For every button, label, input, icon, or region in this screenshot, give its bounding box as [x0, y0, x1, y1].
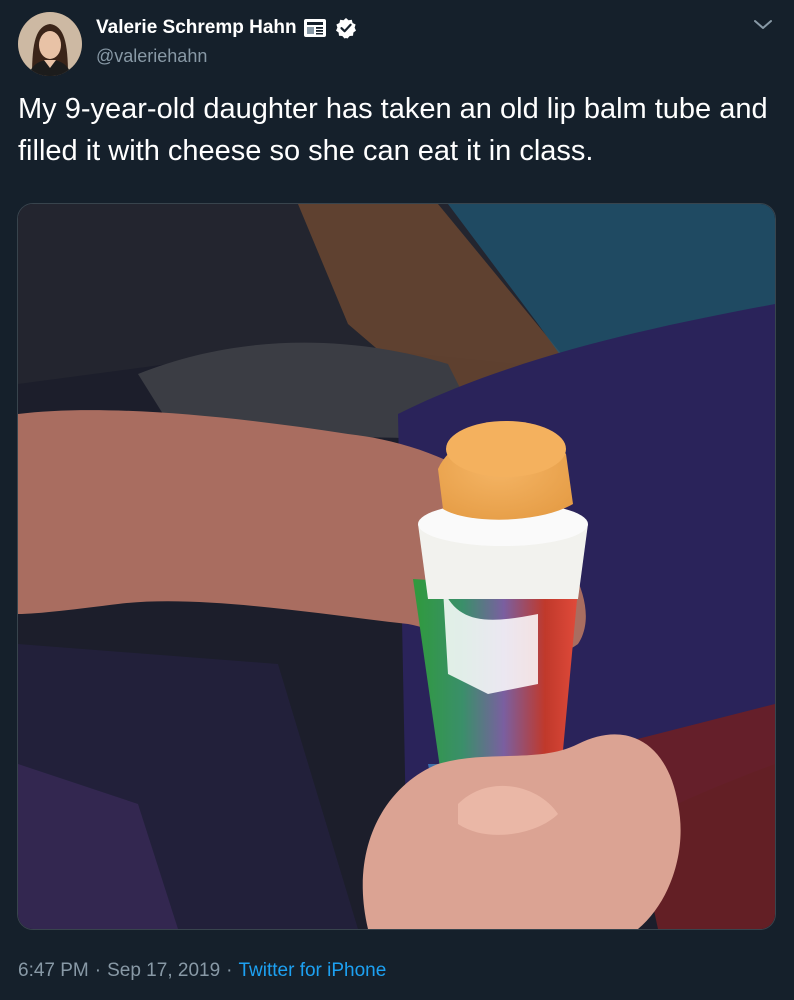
author-name[interactable]: Valerie Schremp Hahn: [96, 17, 297, 39]
tweet-date[interactable]: Sep 17, 2019: [107, 960, 220, 982]
verified-icon: [335, 17, 357, 39]
author-name-row[interactable]: Valerie Schremp Hahn: [96, 16, 357, 40]
meta-separator: ·: [226, 960, 233, 981]
tweet-text: My 9-year-old daughter has taken an old …: [18, 93, 768, 167]
meta-separator: ·: [94, 960, 102, 981]
newspaper-icon: [303, 17, 329, 39]
tweet: Valerie Schremp Hahn @valeriehahn My 9-y…: [0, 0, 794, 1000]
tweet-time[interactable]: 6:47 PM: [18, 960, 89, 982]
tweet-meta: 6:47 PM · Sep 17, 2019 · Twitter for iPh…: [18, 960, 386, 982]
tweet-source-link[interactable]: Twitter for iPhone: [238, 960, 386, 982]
avatar[interactable]: [18, 12, 82, 76]
author-handle[interactable]: @valeriehahn: [96, 46, 207, 67]
chevron-down-icon[interactable]: [752, 16, 774, 34]
tweet-photo[interactable]: [17, 203, 776, 930]
